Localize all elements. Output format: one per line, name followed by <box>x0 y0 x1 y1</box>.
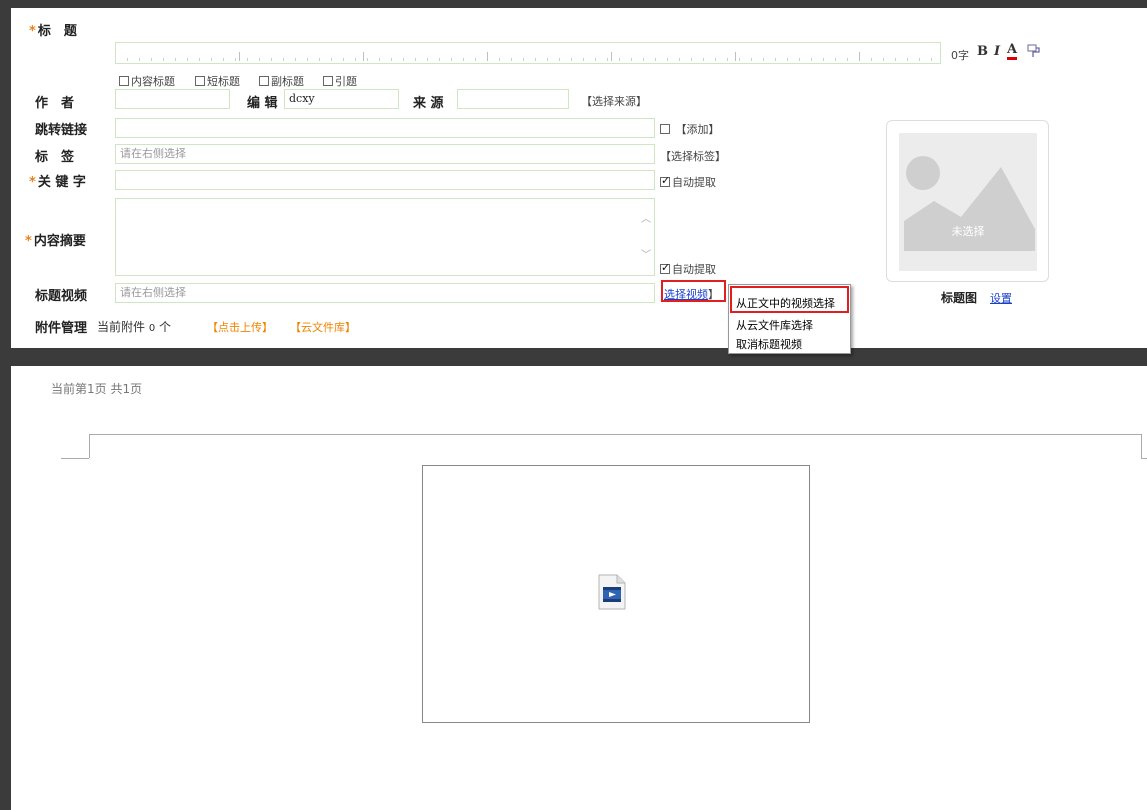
video-input[interactable]: 请在右侧选择 <box>115 283 655 303</box>
checkbox-icon <box>660 124 670 134</box>
attach-label: 附件管理 <box>35 321 88 336</box>
keywords-auto-extract[interactable]: 自动提取 <box>660 174 716 190</box>
redirect-add[interactable]: 【添加】 <box>660 121 720 137</box>
summary-auto-extract[interactable]: 自动提取 <box>660 261 716 277</box>
margin-guide-left-v <box>89 434 90 458</box>
editor-panel: 当前第1页 共1页 <box>11 366 1147 810</box>
title-option-short[interactable]: 短标题 <box>195 73 240 89</box>
redirect-label: 跳转链接 <box>35 123 88 138</box>
select-video-highlight <box>661 280 726 302</box>
page-info: 当前第1页 共1页 <box>51 382 143 396</box>
image-unselected-text: 未选择 <box>951 225 985 238</box>
checkbox-icon <box>259 76 269 86</box>
keywords-input[interactable] <box>115 170 655 190</box>
checkbox-checked-icon <box>660 174 670 187</box>
margin-guide-right-v <box>1141 434 1142 458</box>
format-brush-icon[interactable] <box>1027 44 1041 58</box>
menu-item-cancel-video[interactable]: 取消标题视频 <box>736 336 802 352</box>
title-image-set-link[interactable]: 设置 <box>990 290 1012 306</box>
author-input[interactable] <box>115 89 230 109</box>
margin-guide-left <box>61 458 89 459</box>
bold-button[interactable]: B <box>977 44 988 59</box>
tags-label: 标 签 <box>35 150 75 165</box>
title-option-content[interactable]: 内容标题 <box>119 73 175 89</box>
italic-button[interactable]: I <box>994 44 1000 59</box>
article-form-panel: * 标 题 0字 B I A 内容标题 短标题 副标题 引题 作 者 编 辑 dc… <box>11 8 1147 354</box>
video-file-icon <box>597 574 627 610</box>
scroll-down-icon[interactable]: ﹀ <box>641 249 651 263</box>
title-option-lead[interactable]: 引题 <box>323 73 357 89</box>
author-label: 作 者 <box>35 96 75 111</box>
menu-item-from-cloud[interactable]: 从云文件库选择 <box>736 317 813 333</box>
summary-label: * 内容摘要 <box>25 234 86 249</box>
source-label: 来 源 <box>413 96 444 111</box>
menu-item-highlight <box>730 286 849 313</box>
checkbox-checked-icon <box>660 261 670 274</box>
title-ruler <box>116 52 940 61</box>
source-input[interactable] <box>457 89 569 109</box>
image-placeholder-icon: 未选择 <box>899 133 1037 271</box>
margin-guide-right <box>1141 458 1147 459</box>
checkbox-icon <box>119 76 129 86</box>
upload-link[interactable]: 【点击上传】 <box>207 319 273 335</box>
page-top-edge <box>89 434 1141 435</box>
editor-label: 编 辑 <box>247 96 278 111</box>
redirect-input[interactable] <box>115 118 655 138</box>
attach-info: 当前附件 0 个 <box>97 320 172 334</box>
title-label: * 标 题 <box>29 24 77 39</box>
summary-textarea[interactable]: ︿ ﹀ <box>115 198 655 276</box>
video-label: 标题视频 <box>35 289 88 304</box>
title-input[interactable] <box>115 42 941 64</box>
char-count: 0字 <box>951 49 969 62</box>
embedded-video-placeholder[interactable] <box>422 465 810 723</box>
title-option-sub[interactable]: 副标题 <box>259 73 304 89</box>
title-image-label: 标题图 <box>941 291 978 305</box>
cloud-library-link[interactable]: 【云文件库】 <box>290 319 356 335</box>
keywords-label: * 关 键 字 <box>29 175 86 190</box>
select-tags-link[interactable]: 【选择标签】 <box>660 148 726 164</box>
tags-input[interactable]: 请在右侧选择 <box>115 144 655 164</box>
checkbox-icon <box>195 76 205 86</box>
select-source-link[interactable]: 【选择来源】 <box>581 93 647 109</box>
font-color-button[interactable]: A <box>1007 43 1018 60</box>
title-image-thumbnail[interactable]: 未选择 <box>886 120 1049 282</box>
checkbox-icon <box>323 76 333 86</box>
editor-input[interactable]: dcxy <box>284 89 399 109</box>
scroll-up-icon[interactable]: ︿ <box>641 213 651 227</box>
